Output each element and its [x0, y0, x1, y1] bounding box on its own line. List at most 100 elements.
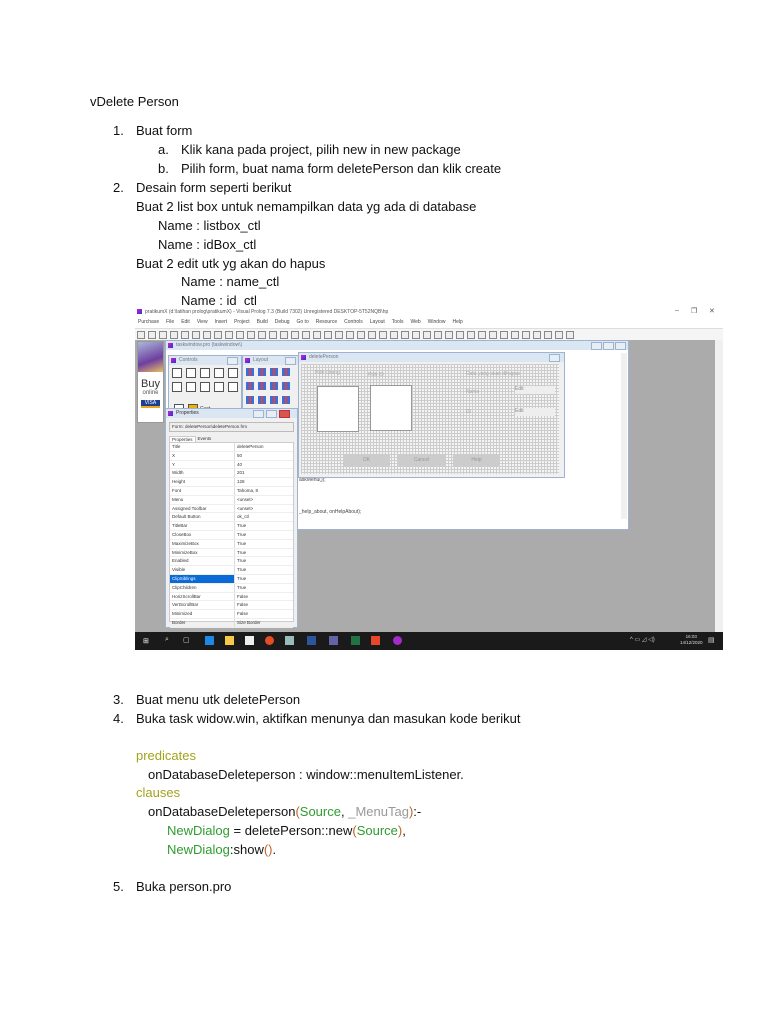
- minimize-icon[interactable]: –: [675, 307, 679, 314]
- toolbar-button-icon[interactable]: [532, 331, 541, 339]
- close-icon[interactable]: ✕: [709, 307, 715, 315]
- toolbar-button-icon[interactable]: [334, 331, 343, 339]
- property-row[interactable]: Y 40: [170, 460, 293, 470]
- id-ctl[interactable]: Edit: [515, 408, 555, 416]
- menu-item[interactable]: Project: [234, 319, 250, 328]
- toolbar-button-icon[interactable]: [554, 331, 563, 339]
- listbox-ctl[interactable]: [317, 386, 359, 432]
- menu-item[interactable]: Layout: [370, 319, 385, 328]
- layout-tool-icon[interactable]: [246, 396, 254, 404]
- toolbar-button-icon[interactable]: [433, 331, 442, 339]
- menu-item[interactable]: Debug: [275, 319, 290, 328]
- restore-icon[interactable]: ❐: [691, 307, 697, 315]
- property-row[interactable]: VertScrollBar False: [170, 601, 293, 611]
- property-row[interactable]: X 50: [170, 451, 293, 461]
- toolbar-button-icon[interactable]: [510, 331, 519, 339]
- toolbar-button-icon[interactable]: [455, 331, 464, 339]
- toolbar-button-icon[interactable]: [477, 331, 486, 339]
- name-ctl[interactable]: Edit: [515, 386, 555, 394]
- toolbar-button-icon[interactable]: [224, 331, 233, 339]
- toolbar-button-icon[interactable]: [257, 331, 266, 339]
- tab-properties[interactable]: Properties: [169, 436, 196, 442]
- control-tool-icon[interactable]: [186, 382, 196, 392]
- toolbar-button-icon[interactable]: [191, 331, 200, 339]
- menu-item[interactable]: Build: [257, 319, 268, 328]
- chrome-icon[interactable]: [265, 636, 274, 645]
- idbox-ctl[interactable]: [370, 385, 412, 431]
- toolbar-button-icon[interactable]: [444, 331, 453, 339]
- close-icon[interactable]: [227, 357, 238, 365]
- restore-icon[interactable]: [266, 410, 277, 418]
- toolbar-button-icon[interactable]: [378, 331, 387, 339]
- layout-tool-icon[interactable]: [246, 368, 254, 376]
- property-row[interactable]: Visible True: [170, 566, 293, 575]
- toolbar-button-icon[interactable]: [521, 331, 530, 339]
- restore-icon[interactable]: [603, 342, 614, 350]
- property-row[interactable]: MaximizeBox True: [170, 539, 293, 549]
- vertical-scrollbar[interactable]: [715, 340, 723, 632]
- control-tool-icon[interactable]: [214, 382, 224, 392]
- toolbar-button-icon[interactable]: [169, 331, 178, 339]
- system-tray-icons[interactable]: ^ ▭ ◿ ◁): [630, 636, 655, 643]
- layout-tool-icon[interactable]: [258, 368, 266, 376]
- menu-item[interactable]: Go to: [297, 319, 309, 328]
- search-icon[interactable]: ⌕: [165, 636, 169, 644]
- toolbar-button-icon[interactable]: [180, 331, 189, 339]
- layout-tool-icon[interactable]: [258, 382, 266, 390]
- layout-tool-icon[interactable]: [246, 382, 254, 390]
- minimize-icon[interactable]: [253, 410, 264, 418]
- toolbar-button-icon[interactable]: [389, 331, 398, 339]
- toolbar-button-icon[interactable]: [147, 331, 156, 339]
- toolbar-button-icon[interactable]: [301, 331, 310, 339]
- file-explorer-icon[interactable]: [225, 636, 234, 645]
- property-row[interactable]: Title deletePerson: [170, 443, 293, 452]
- toolbar-button-icon[interactable]: [268, 331, 277, 339]
- menu-item[interactable]: Insert: [215, 319, 228, 328]
- toolbar-button-icon[interactable]: [411, 331, 420, 339]
- toolbar-button-icon[interactable]: [367, 331, 376, 339]
- menu-item[interactable]: Purchase: [138, 319, 159, 328]
- toolbar-button-icon[interactable]: [422, 331, 431, 339]
- toolbar-button-icon[interactable]: [235, 331, 244, 339]
- close-icon[interactable]: [549, 354, 560, 362]
- control-tool-icon[interactable]: [200, 382, 210, 392]
- teams-icon[interactable]: [329, 636, 338, 645]
- menu-item[interactable]: Tools: [392, 319, 404, 328]
- control-tool-icon[interactable]: [172, 382, 182, 392]
- menu-item[interactable]: Web: [410, 319, 420, 328]
- control-tool-icon[interactable]: [228, 368, 238, 378]
- property-row[interactable]: Default Button ok_ctl: [170, 513, 293, 523]
- property-row[interactable]: Font Tahoma, 8: [170, 486, 293, 496]
- property-row[interactable]: TitleBar True: [170, 522, 293, 531]
- property-row[interactable]: CloseBox True: [170, 530, 293, 540]
- toolbar-button-icon[interactable]: [158, 331, 167, 339]
- app-icon[interactable]: [371, 636, 380, 645]
- toolbar-button-icon[interactable]: [345, 331, 354, 339]
- help-button[interactable]: Help: [453, 454, 500, 466]
- menu-item[interactable]: Help: [452, 319, 462, 328]
- toolbar-button-icon[interactable]: [488, 331, 497, 339]
- property-row[interactable]: Enabled True: [170, 557, 293, 567]
- toolbar-button-icon[interactable]: [136, 331, 145, 339]
- layout-tool-icon[interactable]: [258, 396, 266, 404]
- property-row[interactable]: ClipChildren True: [170, 583, 293, 593]
- layout-tool-icon[interactable]: [270, 368, 278, 376]
- object-selector[interactable]: Form: deletePerson\deletePerson.frm: [169, 422, 294, 432]
- close-icon[interactable]: [615, 342, 626, 350]
- excel-icon[interactable]: [351, 636, 360, 645]
- toolbar-button-icon[interactable]: [290, 331, 299, 339]
- toolbar-button-icon[interactable]: [213, 331, 222, 339]
- layout-tool-icon[interactable]: [282, 368, 290, 376]
- menu-item[interactable]: Resource: [316, 319, 337, 328]
- windows-start-icon[interactable]: ⊞: [143, 637, 149, 645]
- control-tool-icon[interactable]: [186, 368, 196, 378]
- menu-item[interactable]: Window: [428, 319, 446, 328]
- layout-tool-icon[interactable]: [282, 396, 290, 404]
- store-icon[interactable]: [245, 636, 254, 645]
- property-row[interactable]: Menu <unset>: [170, 495, 293, 505]
- control-tool-icon[interactable]: [228, 382, 238, 392]
- menu-item[interactable]: View: [197, 319, 208, 328]
- purchase-ad-panel[interactable]: Buy online VISA: [137, 341, 164, 423]
- layout-tool-icon[interactable]: [270, 396, 278, 404]
- minimize-icon[interactable]: [591, 342, 602, 350]
